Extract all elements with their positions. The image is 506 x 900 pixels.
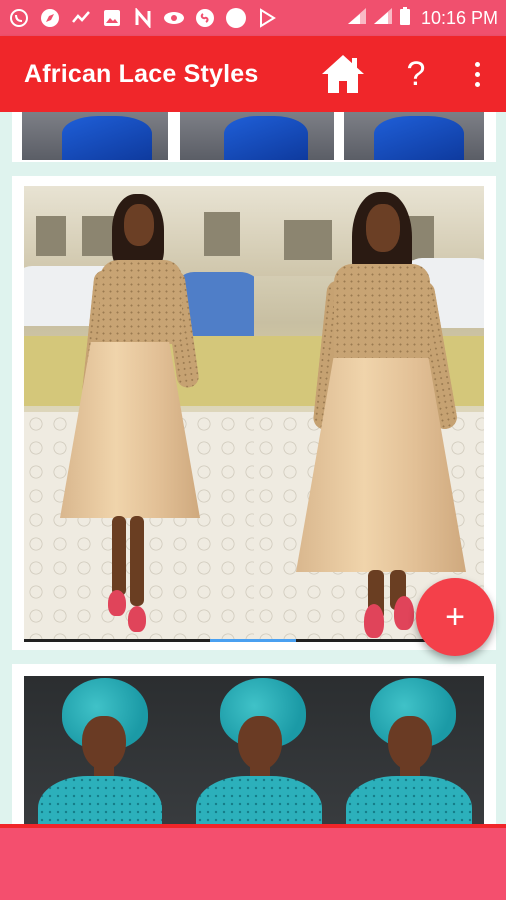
gallery-image[interactable] [344, 112, 484, 160]
app-actions: ? [318, 49, 506, 99]
gallery-image[interactable] [328, 676, 484, 824]
circle-icon [225, 7, 247, 29]
image-icon [101, 7, 123, 29]
gallery-image[interactable] [24, 186, 254, 642]
more-options-button[interactable] [462, 49, 492, 99]
signal-icon [347, 7, 367, 30]
help-button[interactable]: ? [396, 49, 436, 99]
signal-icon [373, 7, 393, 30]
gallery-image[interactable] [176, 676, 328, 824]
app-title: African Lace Styles [24, 59, 259, 88]
gallery-image[interactable] [180, 112, 334, 160]
bottom-bar [0, 824, 506, 900]
more-dot [474, 81, 480, 87]
notification-icons [8, 7, 278, 29]
app-bar: African Lace Styles ? [0, 36, 506, 112]
gallery-image[interactable] [24, 676, 176, 824]
battery-icon [399, 6, 411, 31]
more-dot [474, 71, 480, 77]
eye-icon [163, 7, 185, 29]
gallery-image[interactable] [254, 186, 484, 642]
n-icon [132, 7, 154, 29]
gallery-image[interactable] [22, 112, 168, 160]
status-time: 10:16 PM [420, 7, 498, 28]
status-bar: 10:16 PM [0, 0, 506, 36]
home-button[interactable] [318, 49, 368, 99]
play-icon [256, 7, 278, 29]
card-divider [24, 639, 484, 642]
gallery-card[interactable] [12, 112, 496, 162]
home-icon [322, 55, 364, 93]
gallery-list[interactable] [0, 112, 506, 824]
add-button[interactable]: + [416, 578, 494, 656]
system-icons: 10:16 PM [347, 6, 498, 31]
shazam-icon [194, 7, 216, 29]
gallery-card[interactable] [12, 176, 496, 650]
compass-icon [39, 7, 61, 29]
chart-icon [70, 7, 92, 29]
more-dot [474, 61, 480, 67]
whatsapp-icon [8, 7, 30, 29]
gallery-card[interactable] [12, 664, 496, 824]
